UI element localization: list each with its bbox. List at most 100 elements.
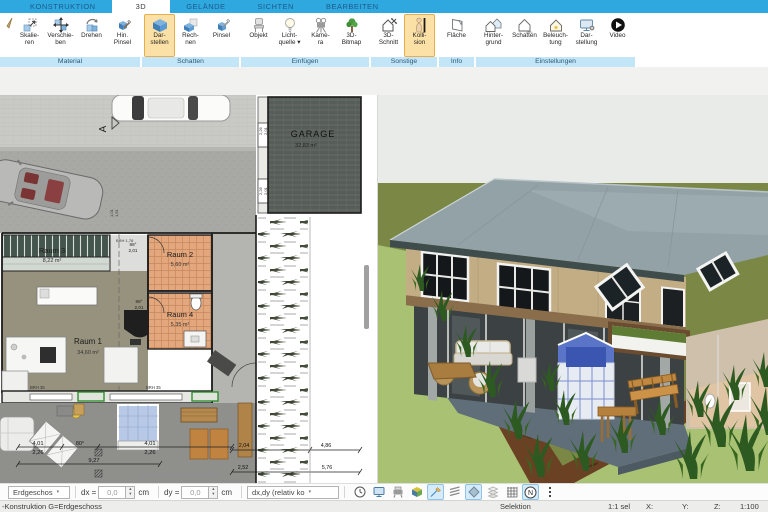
north-arrow-button[interactable]: N	[522, 484, 540, 500]
ribbon-button-schatten-einst[interactable]: Schatten	[509, 14, 540, 57]
wireframe-layers-button[interactable]	[484, 484, 501, 500]
separator	[75, 486, 76, 498]
button-label: Verschie- ben	[47, 32, 74, 46]
chevron-down-icon: ▾	[308, 489, 312, 495]
stepper-down-icon[interactable]: ▼	[126, 491, 135, 498]
ribbon-button-hintergrund[interactable]: Hinter- grund	[478, 14, 509, 57]
corridor-right	[212, 233, 256, 405]
chair-icon	[251, 16, 267, 33]
horizontal-scrollbar-thumb[interactable]	[141, 472, 215, 478]
ribbon-button-kamera[interactable]: Kame- ra	[305, 14, 336, 57]
tab-konstruktion[interactable]: KONSTRUKTION	[14, 0, 112, 13]
ribbon-button-pinsel[interactable]: Pinsel	[206, 14, 237, 57]
dim: 2,26	[32, 450, 43, 456]
render-3d-view[interactable]	[377, 95, 768, 483]
draw-mode-button[interactable]	[427, 484, 445, 500]
surface-mode-button[interactable]	[465, 484, 483, 500]
raum4-label: Raum 4	[167, 310, 193, 319]
cube-icon	[152, 16, 168, 33]
tab-sichten[interactable]: SICHTEN	[242, 0, 310, 13]
ribbon-button-3d-schnitt[interactable]: 3D- Schnitt	[373, 14, 404, 57]
ribbon-button-video[interactable]: Video	[602, 14, 633, 57]
ribbon-button-hin-pinsel[interactable]: Hin. Pinsel	[107, 14, 138, 57]
button-label: Kolli- sion	[412, 32, 427, 46]
dim-label: 2,01	[263, 186, 268, 195]
dx-unit: cm	[138, 487, 150, 497]
ribbon-button-rechnen[interactable]: Rech- nen	[175, 14, 206, 57]
ribbon-button-3d-bitmap[interactable]: 3D- Bitmap	[336, 14, 367, 57]
button-label: Fläche	[447, 32, 466, 39]
window-green	[191, 391, 219, 402]
dx-label: dx =	[81, 487, 97, 497]
stepper-down-icon[interactable]: ▼	[209, 491, 218, 498]
status-scale: 1:100	[740, 502, 759, 511]
garage-room[interactable]	[267, 96, 362, 214]
ribbon-button-clipped[interactable]	[2, 14, 14, 57]
hedge-strip	[258, 217, 308, 483]
button-label: Skalie- ren	[19, 32, 40, 46]
ribbon-button-flaeche[interactable]: Fläche	[441, 14, 472, 57]
raum1-area: 34,60 m²	[77, 350, 99, 356]
button-label: Hin. Pinsel	[113, 32, 132, 46]
dim: 9,27	[88, 458, 99, 464]
ribbon-button-objekt[interactable]: Objekt	[243, 14, 274, 57]
grid-button[interactable]	[503, 484, 520, 500]
car-top[interactable]	[111, 95, 231, 122]
ribbon-group-material: Skalie- ren Verschie- ben Drehen Hin. Pi…	[0, 13, 140, 67]
status-y: Y:	[682, 502, 689, 511]
garage-label: GARAGE	[291, 129, 336, 139]
history-clock-button[interactable]	[351, 484, 368, 500]
dim-label: 2,01	[263, 126, 268, 135]
more-options-button[interactable]	[541, 484, 558, 500]
status-selection: Selektion	[500, 502, 531, 511]
floorplan-2d-view[interactable]: A GARAGE 32,83 m² 2,26 2,01 2,26 2,01 1,…	[0, 95, 372, 483]
dy-input[interactable]	[181, 485, 210, 499]
dy-stepper[interactable]: ▲ ▼	[209, 485, 219, 499]
layers-stack-button[interactable]	[446, 484, 463, 500]
tab-bearbeiten[interactable]: BEARBEITEN	[310, 0, 395, 13]
group-label-einstellungen: Einstellungen	[476, 57, 635, 67]
button-label: Pinsel	[212, 32, 231, 39]
dx-input[interactable]	[98, 485, 127, 499]
ribbon-button-beleuchtung[interactable]: Beleuch- tung	[540, 14, 571, 57]
floor-select[interactable]: Erdgeschos ▾	[8, 485, 70, 499]
dx-stepper[interactable]: ▲ ▼	[126, 485, 136, 499]
door-dim: 2,01	[129, 248, 138, 253]
status-sel-scale: 1:1 sel	[608, 502, 631, 511]
brush-icon	[214, 16, 230, 33]
display-settings-button[interactable]	[370, 484, 387, 500]
ribbon-button-darstellung[interactable]: Dar- stellung	[571, 14, 602, 57]
coordinate-mode-select[interactable]: dx,dy (relativ ko ▾	[247, 485, 340, 499]
dim: 5,76	[322, 465, 333, 471]
dim: 2,04	[239, 443, 250, 449]
print-button[interactable]	[389, 484, 406, 500]
tab-3d[interactable]: 3D	[111, 0, 171, 13]
vertical-scrollbar-thumb[interactable]	[364, 265, 369, 329]
tab-gelaende[interactable]: GELÄNDE	[170, 0, 241, 13]
surface-icon	[449, 16, 465, 33]
ribbon-button-kollision[interactable]: Kolli- sion	[404, 14, 435, 57]
ribbon-button-darstellen[interactable]: Dar- stellen	[144, 14, 175, 57]
status-context: -Konstruktion G=Erdgeschoss	[2, 502, 102, 511]
dim: 80°	[76, 441, 84, 447]
ribbon-group-einfuegen: Objekt Licht- quelle ▾ Kame- ra 3D- Bitm…	[241, 13, 369, 67]
button-label: 3D- Bitmap	[341, 32, 362, 46]
ribbon-group-schatten: Dar- stellen Rech- nen Pinsel Schatten	[142, 13, 239, 67]
ribbon-button-drehen[interactable]: Drehen	[76, 14, 107, 57]
button-label: Drehen	[81, 32, 102, 39]
window-green	[77, 391, 105, 402]
ribbon-button-skalieren[interactable]: Skalie- ren	[14, 14, 45, 57]
raum4-area: 5,35 m²	[171, 322, 190, 328]
ribbon-button-lichtquelle[interactable]: Licht- quelle ▾	[274, 14, 305, 57]
group-label-schatten: Schatten	[142, 57, 239, 67]
status-bar: -Konstruktion G=Erdgeschoss Selektion 1:…	[0, 500, 768, 512]
brush-cube-icon	[115, 16, 131, 33]
button-label: Licht- quelle ▾	[278, 32, 301, 46]
ribbon-button-verschieben[interactable]: Verschie- ben	[45, 14, 76, 57]
video-play-icon	[610, 16, 626, 33]
kitchen-counter	[5, 336, 67, 374]
workspace-gap	[0, 67, 768, 95]
ribbon-group-einstellungen: Hinter- grund Schatten Beleuch- tung Dar…	[476, 13, 635, 67]
group-label-info: Info	[439, 57, 474, 67]
3d-object-button[interactable]	[408, 484, 425, 500]
